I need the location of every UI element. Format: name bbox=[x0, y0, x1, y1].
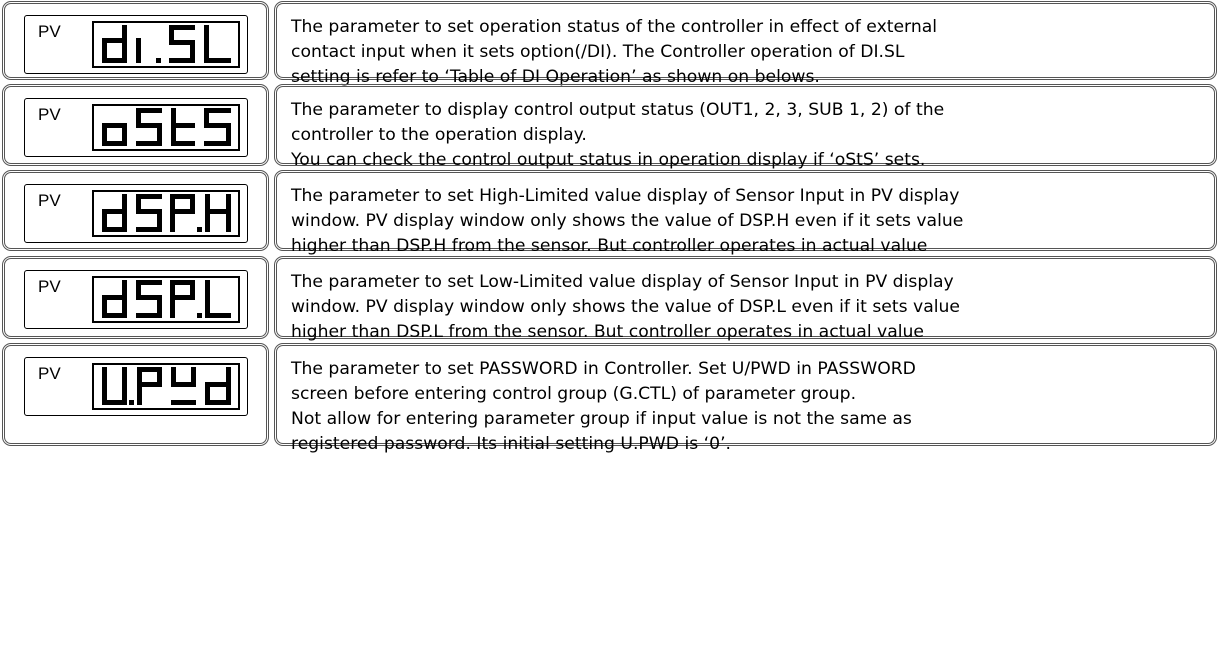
pv-label: PV bbox=[38, 364, 61, 383]
description-line: contact input when it sets option(/DI). … bbox=[291, 42, 905, 62]
seven-segment-glyphs bbox=[102, 108, 231, 146]
lcd-frame: PV bbox=[24, 15, 248, 74]
seven-segment-display bbox=[92, 104, 240, 151]
description-line: higher than DSP.L from the sensor. But c… bbox=[291, 322, 925, 342]
description-line: screen before entering control group (G.… bbox=[291, 384, 857, 404]
display-panel: PV bbox=[2, 170, 269, 251]
pv-label: PV bbox=[38, 277, 61, 296]
seven-segment-display bbox=[92, 276, 240, 323]
display-panel: PV bbox=[2, 1, 269, 80]
param-row-upwd: PV The parameter to set PASSWORD in Cont… bbox=[0, 343, 1221, 648]
lcd-frame: PV bbox=[24, 184, 248, 243]
description-panel: The parameter to set PASSWORD in Control… bbox=[274, 343, 1217, 454]
parameter-description: The parameter to set operation status of… bbox=[291, 15, 1200, 90]
description-panel: The parameter to set operation status of… bbox=[274, 1, 1217, 87]
description-panel: The parameter to set High-Limited value … bbox=[274, 170, 1217, 256]
parameter-description: The parameter to set High-Limited value … bbox=[291, 184, 1200, 259]
description-line: Not allow for entering parameter group i… bbox=[291, 409, 912, 429]
description-line: controller to the operation display. bbox=[291, 125, 587, 145]
description-line: The parameter to set PASSWORD in Control… bbox=[291, 359, 916, 379]
description-line: The parameter to set operation status of… bbox=[291, 17, 938, 37]
param-row-disl: PV The parameter to set operation status… bbox=[0, 1, 1221, 87]
display-panel: PV bbox=[2, 84, 269, 166]
description-line: The parameter to set Low-Limited value d… bbox=[291, 272, 954, 292]
seven-segment-display bbox=[92, 21, 240, 68]
seven-segment-glyphs bbox=[102, 280, 231, 318]
description-line: The parameter to set High-Limited value … bbox=[291, 186, 960, 206]
display-panel: PV bbox=[2, 256, 269, 339]
parameter-description: The parameter to set PASSWORD in Control… bbox=[291, 357, 1200, 457]
description-line: window. PV display window only shows the… bbox=[291, 211, 964, 231]
parameter-description: The parameter to set Low-Limited value d… bbox=[291, 270, 1200, 345]
param-row-dspl: PV The parameter to set Low-Limited valu… bbox=[0, 256, 1221, 342]
seven-segment-glyphs bbox=[102, 25, 231, 63]
description-panel: The parameter to display control output … bbox=[274, 84, 1217, 170]
pv-label: PV bbox=[38, 22, 61, 41]
lcd-frame: PV bbox=[24, 357, 248, 416]
description-line: registered password. Its initial setting… bbox=[291, 434, 732, 454]
display-panel: PV bbox=[2, 343, 269, 446]
parameter-description: The parameter to display control output … bbox=[291, 98, 1200, 173]
seven-segment-display bbox=[92, 363, 240, 410]
seven-segment-display bbox=[92, 190, 240, 237]
seven-segment-glyphs bbox=[102, 367, 231, 405]
lcd-frame: PV bbox=[24, 98, 248, 157]
param-row-osts: PV The parameter to display control outp… bbox=[0, 84, 1221, 170]
description-line: window. PV display window only shows the… bbox=[291, 297, 960, 317]
description-panel: The parameter to set Low-Limited value d… bbox=[274, 256, 1217, 342]
seven-segment-glyphs bbox=[102, 194, 231, 232]
pv-label: PV bbox=[38, 191, 61, 210]
pv-label: PV bbox=[38, 105, 61, 124]
param-row-dsph: PV The parameter to set High-Limited val… bbox=[0, 170, 1221, 256]
description-line: The parameter to display control output … bbox=[291, 100, 945, 120]
lcd-frame: PV bbox=[24, 270, 248, 329]
